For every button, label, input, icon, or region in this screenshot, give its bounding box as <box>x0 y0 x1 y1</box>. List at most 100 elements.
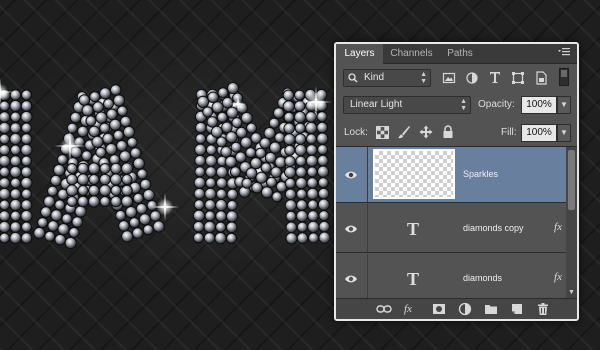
rhinestone <box>229 166 241 178</box>
rhinestone <box>71 216 84 228</box>
rhinestone <box>99 196 111 207</box>
rhinestone <box>318 231 331 244</box>
rhinestone <box>295 210 309 223</box>
rhinestone <box>231 117 243 129</box>
add-style-icon[interactable]: fx <box>404 302 426 316</box>
rhinestone <box>204 210 216 222</box>
new-layer-icon[interactable] <box>510 302 526 316</box>
filter-kind-label: Kind <box>364 72 385 83</box>
rhinestone <box>9 198 22 212</box>
rhinestone <box>20 110 33 124</box>
opacity-dropdown-arrow-icon[interactable]: ▼ <box>557 96 571 114</box>
rhinestone <box>0 133 10 145</box>
layer-effects-icon[interactable]: fx <box>554 271 562 283</box>
rhinestone <box>21 122 32 134</box>
filter-toggle-switch[interactable] <box>559 68 569 86</box>
rhinestone <box>293 100 306 112</box>
fill-dropdown-arrow-icon[interactable]: ▼ <box>557 124 571 142</box>
layer-name-diamonds[interactable]: diamonds <box>463 273 502 283</box>
rhinestone <box>317 154 329 167</box>
link-layers-icon[interactable] <box>376 302 392 316</box>
opacity-input[interactable]: 100% <box>521 96 557 114</box>
shape-filter-icon[interactable] <box>511 71 527 87</box>
blend-row: Linear Light ▲ ▼ Opacity: 100% ▼ <box>336 95 577 115</box>
rhinestone <box>192 220 205 233</box>
rhinestone <box>196 95 210 109</box>
layer-list-scrollbar[interactable]: ▼ <box>566 147 577 299</box>
pixel-filter-icon[interactable] <box>442 71 458 87</box>
delete-layer-icon[interactable] <box>536 302 552 316</box>
adjustment-filter-icon[interactable] <box>465 71 481 87</box>
rhinestone <box>305 121 318 135</box>
layer-thumbnail <box>373 149 455 199</box>
lock-image-pixels-icon[interactable] <box>397 125 413 141</box>
rhinestone <box>294 144 307 157</box>
tab-channels[interactable]: Channels <box>384 44 439 64</box>
rhinestone <box>20 166 33 178</box>
rhinestone <box>40 206 52 218</box>
rhinestone <box>317 187 330 200</box>
layer-effects-icon[interactable]: fx <box>554 221 562 233</box>
rhinestone <box>284 188 297 201</box>
rhinestone <box>61 213 73 225</box>
rhinestone <box>255 147 267 159</box>
rhinestone <box>66 173 78 186</box>
rhinestone <box>0 187 11 201</box>
add-mask-icon[interactable] <box>432 302 448 316</box>
rhinestone <box>217 87 229 99</box>
rhinestone <box>21 89 32 101</box>
rhinestone <box>296 221 308 233</box>
rhinestone <box>240 136 253 149</box>
rhinestone <box>307 220 320 233</box>
rhinestone <box>54 233 67 246</box>
rhinestone <box>316 121 329 134</box>
lock-position-icon[interactable] <box>419 125 435 141</box>
type-filter-icon[interactable] <box>488 70 504 86</box>
rhinestone <box>20 209 33 223</box>
layer-row-diamonds[interactable]: T diamonds fx <box>336 254 566 303</box>
rhinestone <box>317 165 330 178</box>
rhinestone <box>226 199 238 211</box>
rhinestone <box>221 96 234 109</box>
rhinestone <box>9 132 22 146</box>
tab-paths[interactable]: Paths <box>440 44 480 64</box>
layer-name-sparkles[interactable]: Sparkles <box>463 169 498 179</box>
rhinestone <box>126 137 138 148</box>
layer-name-diamonds-copy[interactable]: diamonds copy <box>463 223 524 233</box>
visibility-eye-icon[interactable] <box>344 170 358 180</box>
blend-mode-select[interactable]: Linear Light ▲ ▼ <box>343 96 471 114</box>
panel-menu-icon[interactable] <box>557 47 571 59</box>
rhinestone <box>95 146 107 158</box>
new-group-icon[interactable] <box>484 302 500 316</box>
rhinestone <box>66 196 78 207</box>
rhinestone <box>106 108 118 121</box>
rhinestone <box>269 141 282 154</box>
layer-row-diamonds-copy[interactable]: T diamonds copy fx <box>336 204 566 253</box>
rhinestone <box>142 188 155 202</box>
smart-object-filter-icon[interactable] <box>534 71 550 87</box>
visibility-eye-icon[interactable] <box>344 224 358 234</box>
search-icon <box>348 73 358 83</box>
scrollbar-thumb[interactable] <box>568 150 575 210</box>
lock-transparent-pixels-icon[interactable] <box>376 126 392 142</box>
tab-layers[interactable]: Layers <box>336 44 383 64</box>
adjustment-layer-icon[interactable] <box>458 302 474 316</box>
rhinestone <box>215 177 228 189</box>
visibility-eye-icon[interactable] <box>344 274 358 284</box>
rhinestone <box>69 111 82 124</box>
rhinestone <box>9 155 22 167</box>
rhinestone <box>206 116 219 128</box>
visibility-separator <box>367 147 368 202</box>
scroll-down-arrow-icon[interactable]: ▼ <box>567 288 576 297</box>
rhinestone <box>225 210 239 223</box>
rhinestone <box>121 184 133 197</box>
layers-footer-toolbar: fx <box>336 298 577 319</box>
rhinestone <box>56 154 68 166</box>
layer-row-sparkles[interactable]: Sparkles <box>336 147 566 203</box>
fill-input[interactable]: 100% <box>521 124 557 142</box>
rhinestone <box>37 217 49 229</box>
filter-kind-select[interactable]: Kind ▲ ▼ <box>343 69 431 87</box>
lock-all-icon[interactable] <box>442 125 458 141</box>
fill-label: Fill: <box>501 127 517 138</box>
rhinestone <box>216 136 227 148</box>
